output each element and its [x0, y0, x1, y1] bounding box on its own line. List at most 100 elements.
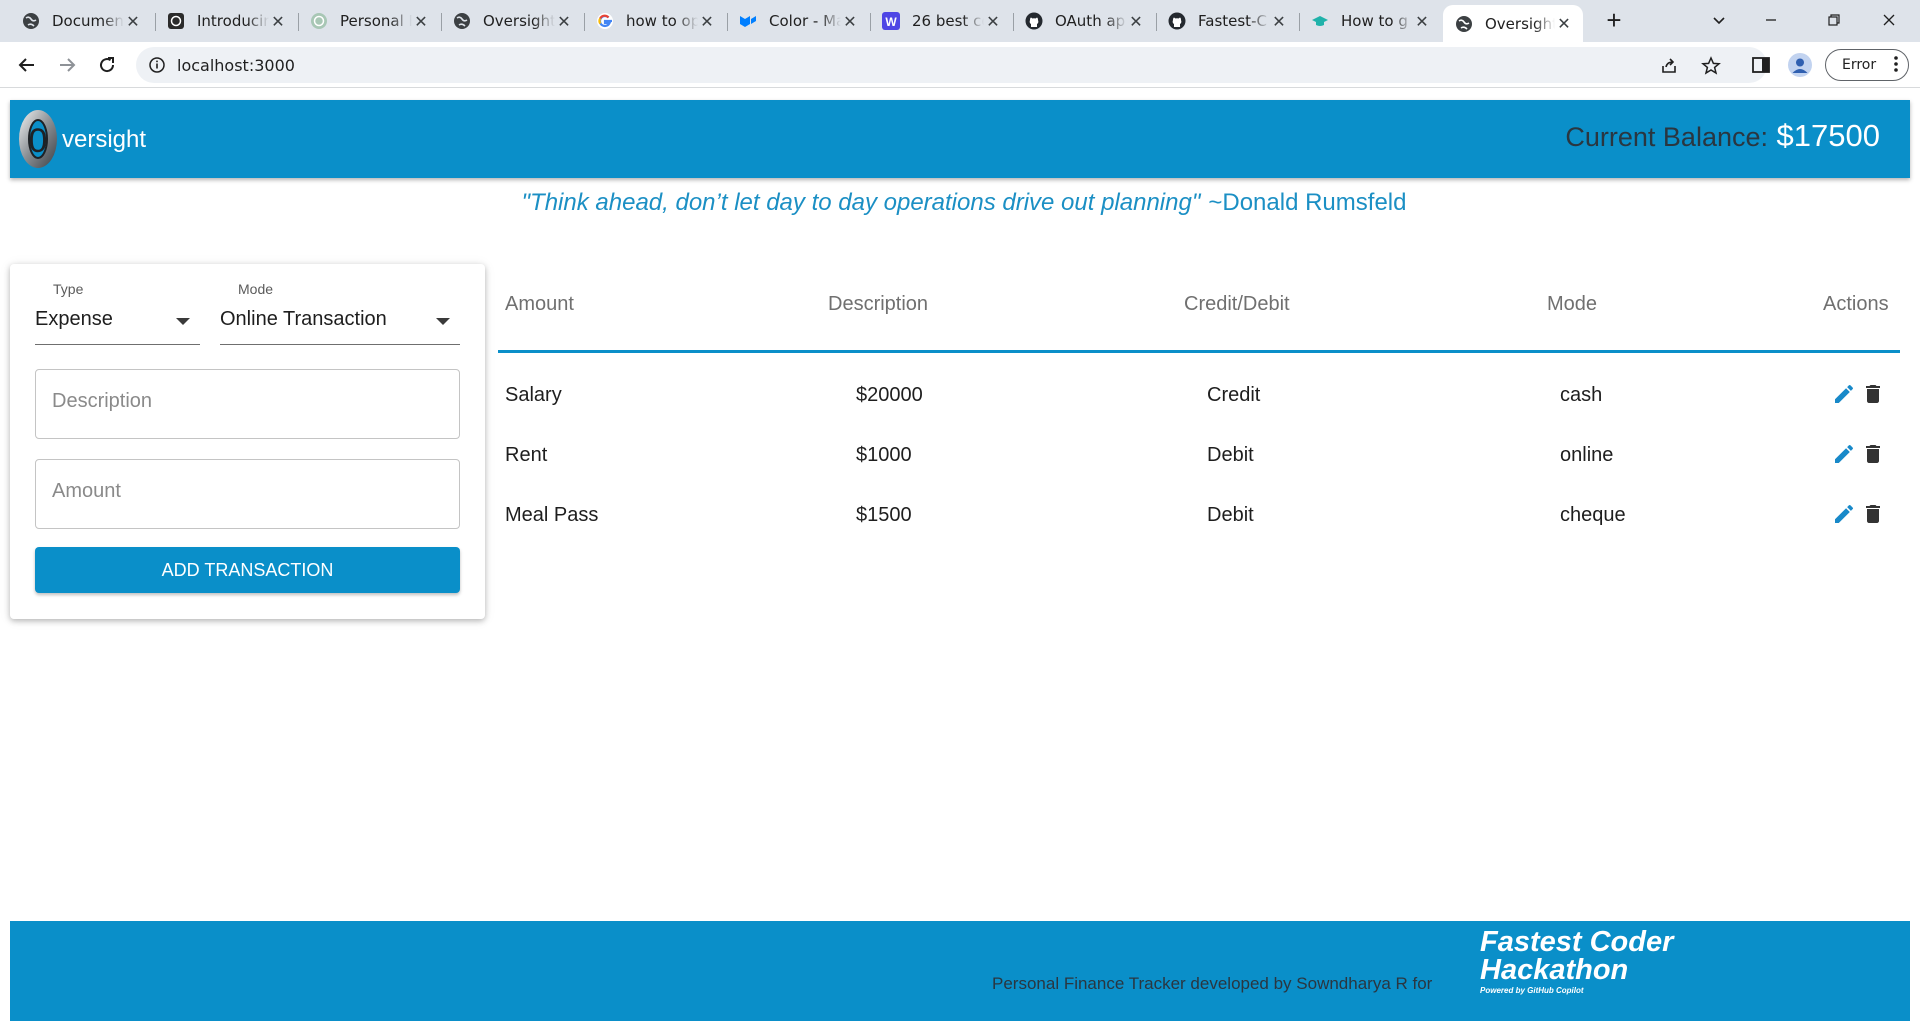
- oversight-logo: 0: [16, 108, 60, 170]
- edit-pencil-icon[interactable]: [1831, 381, 1857, 407]
- browser-tab[interactable]: OAuth ap ✕: [1013, 5, 1155, 37]
- mode-select-label: Mode: [238, 281, 274, 297]
- close-window-icon[interactable]: [1866, 4, 1912, 36]
- tab-search-icon[interactable]: [1696, 4, 1742, 36]
- browser-tab[interactable]: Oversight ✕: [441, 5, 583, 37]
- quote-author: ~Donald Rumsfeld: [1208, 189, 1407, 216]
- tab-label: Color - Ma: [769, 12, 841, 30]
- browser-tab[interactable]: Fastest-C ✕: [1156, 5, 1298, 37]
- reload-icon[interactable]: [92, 50, 122, 80]
- cell-type: Debit: [1207, 504, 1254, 526]
- amount-input[interactable]: [52, 480, 442, 503]
- close-tab-icon[interactable]: ✕: [269, 12, 287, 31]
- site-info-icon[interactable]: [148, 56, 166, 74]
- edit-pencil-icon[interactable]: [1831, 501, 1857, 527]
- close-tab-icon[interactable]: ✕: [1127, 12, 1145, 31]
- cell-amount: $1500: [856, 504, 912, 526]
- tab-label: Fastest-C: [1198, 12, 1267, 30]
- forward-arrow-icon[interactable]: [52, 50, 82, 80]
- mui-icon: [739, 12, 757, 30]
- dropdown-caret-icon: [436, 318, 450, 325]
- table-row: Meal Pass $1500 Debit cheque: [498, 504, 1900, 564]
- cell-name: Meal Pass: [505, 504, 599, 526]
- column-header-amount: Amount: [505, 293, 574, 315]
- close-tab-icon[interactable]: ✕: [984, 12, 1002, 31]
- cell-mode: cheque: [1560, 504, 1626, 526]
- delete-trash-icon[interactable]: [1860, 501, 1886, 527]
- delete-trash-icon[interactable]: [1860, 441, 1886, 467]
- browser-tab-strip: Documen ✕ Introducin ✕ Personal F ✕ Over…: [0, 0, 1920, 42]
- description-field[interactable]: [35, 369, 460, 439]
- close-tab-icon[interactable]: ✕: [841, 12, 859, 31]
- cell-amount: $20000: [856, 384, 923, 406]
- quote-text: "Think ahead, don’t let day to day opera…: [521, 189, 1201, 216]
- cell-mode: cash: [1560, 384, 1603, 406]
- hackathon-logo: Fastest Coder Hackathon Powered by GitHu…: [1480, 928, 1673, 996]
- chatgpt-icon: [310, 12, 328, 30]
- share-icon[interactable]: [1659, 56, 1679, 76]
- cell-type: Debit: [1207, 444, 1254, 466]
- type-select-label: Type: [53, 281, 84, 297]
- mode-select[interactable]: Mode Online Transaction: [220, 264, 460, 346]
- close-tab-icon[interactable]: ✕: [1270, 12, 1288, 31]
- hackathon-line-2: Hackathon: [1480, 954, 1629, 986]
- tab-label: Documen: [52, 12, 124, 30]
- browser-tab[interactable]: W 26 best co ✕: [870, 5, 1012, 37]
- type-select[interactable]: Type Expense: [35, 264, 200, 346]
- mode-select-underline: [220, 344, 460, 345]
- browser-tab[interactable]: How to g ✕: [1299, 5, 1441, 37]
- close-tab-icon[interactable]: ✕: [698, 12, 716, 31]
- new-tab-button[interactable]: +: [1598, 6, 1630, 36]
- tab-label: Introducin: [197, 12, 269, 30]
- browser-tab[interactable]: Personal F ✕: [298, 5, 440, 37]
- app-page: 0 versight Current Balance: $17500 "Thin…: [0, 88, 1920, 1021]
- browser-tab[interactable]: Color - Ma ✕: [727, 5, 869, 37]
- description-input[interactable]: [52, 390, 442, 413]
- type-select-underline: [35, 344, 200, 345]
- app-header: 0 versight Current Balance: $17500: [10, 100, 1910, 178]
- browser-tab[interactable]: Introducin ✕: [155, 5, 297, 37]
- tab-label: How to g: [1341, 12, 1408, 30]
- restore-icon[interactable]: [1811, 4, 1857, 36]
- add-transaction-form: Type Expense Mode Online Transaction ADD…: [10, 264, 485, 619]
- browser-tab[interactable]: how to op ✕: [584, 5, 726, 37]
- cell-mode: online: [1560, 444, 1614, 466]
- github-icon: [1025, 12, 1043, 30]
- close-tab-icon[interactable]: ✕: [412, 12, 430, 31]
- side-panel-icon[interactable]: [1749, 53, 1773, 77]
- svg-text:W: W: [885, 15, 897, 29]
- table-row: Rent $1000 Debit online: [498, 444, 1900, 504]
- profile-error-button[interactable]: Error: [1825, 49, 1909, 81]
- globe-icon: [453, 12, 471, 30]
- amount-field[interactable]: [35, 459, 460, 529]
- bookmark-star-icon[interactable]: [1701, 56, 1721, 76]
- dropdown-caret-icon: [176, 318, 190, 325]
- app-name: versight: [62, 126, 147, 153]
- column-header-actions: Actions: [1823, 293, 1889, 315]
- profile-error-label: Error: [1842, 57, 1877, 73]
- tab-label: Oversight: [1485, 14, 1555, 33]
- close-tab-icon[interactable]: ✕: [1555, 14, 1573, 33]
- footer-credit: Personal Finance Tracker developed by So…: [992, 974, 1433, 993]
- browser-tab[interactable]: Documen ✕: [10, 5, 152, 37]
- tab-label: 26 best co: [912, 12, 984, 30]
- address-bar[interactable]: localhost:3000: [136, 47, 1767, 83]
- close-tab-icon[interactable]: ✕: [124, 12, 142, 31]
- url-text: localhost:3000: [177, 56, 295, 75]
- edit-pencil-icon[interactable]: [1831, 441, 1857, 467]
- balance-value: $17500: [1776, 118, 1880, 153]
- close-tab-icon[interactable]: ✕: [555, 12, 573, 31]
- logo-letter: 0: [29, 122, 48, 160]
- minimize-icon[interactable]: [1748, 4, 1794, 36]
- balance-label: Current Balance:: [1565, 122, 1768, 152]
- globe-icon: [1455, 15, 1473, 33]
- browser-tab-active[interactable]: Oversight ✕: [1443, 5, 1583, 42]
- profile-avatar-icon[interactable]: [1788, 53, 1812, 77]
- cell-amount: $1000: [856, 444, 912, 466]
- close-tab-icon[interactable]: ✕: [1413, 12, 1431, 31]
- tab-label: OAuth ap: [1055, 12, 1126, 30]
- back-arrow-icon[interactable]: [12, 50, 42, 80]
- delete-trash-icon[interactable]: [1860, 381, 1886, 407]
- add-transaction-button[interactable]: ADD TRANSACTION: [35, 547, 460, 593]
- type-select-value: Expense: [35, 308, 113, 330]
